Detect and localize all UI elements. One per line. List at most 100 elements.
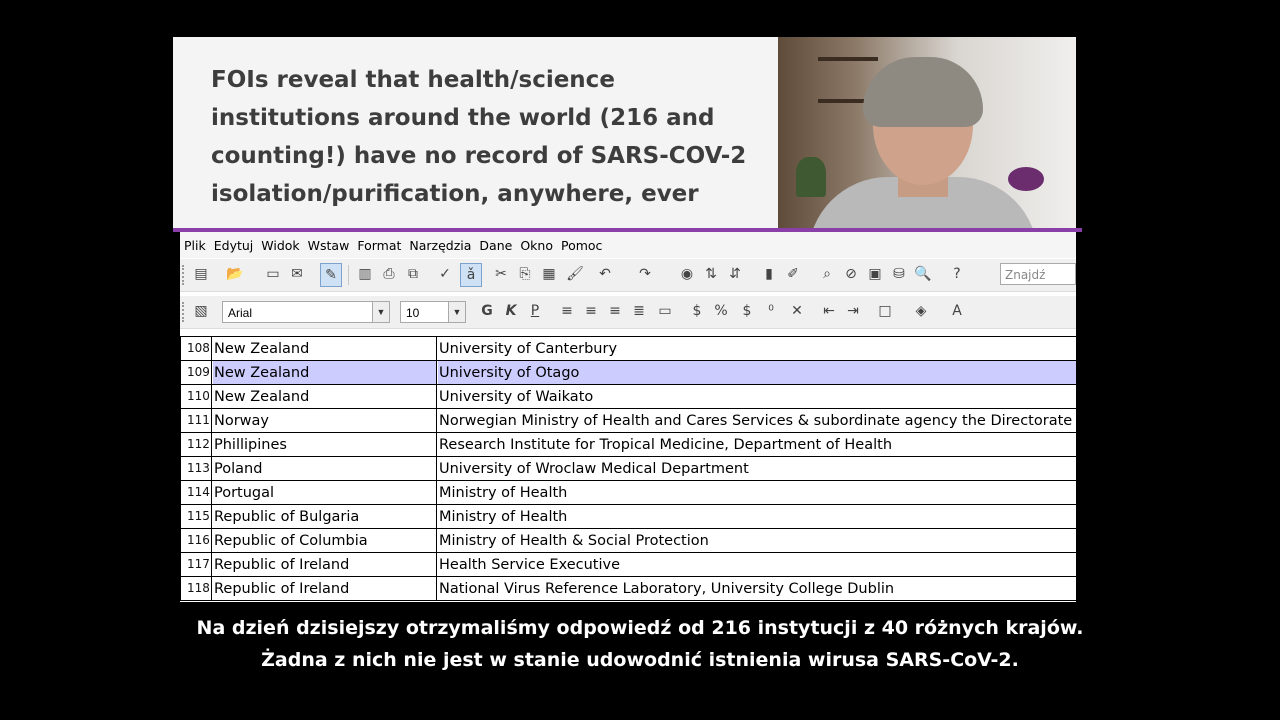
increase-indent-icon[interactable]: ⇥ [844, 302, 862, 320]
autospellcheck-icon[interactable]: ǎ [460, 263, 482, 287]
row-number[interactable]: 109 [180, 361, 212, 384]
menu-edytuj[interactable]: Edytuj [214, 238, 254, 253]
country-cell[interactable]: Republic of Ireland [213, 577, 437, 600]
borders-icon[interactable]: □ [876, 302, 894, 320]
bold-button[interactable]: G [478, 302, 496, 320]
country-cell[interactable]: New Zealand [213, 361, 437, 384]
institution-cell[interactable]: University of Canterbury [438, 337, 1076, 360]
table-row[interactable]: 114 Portugal Ministry of Health [180, 481, 1076, 505]
row-number[interactable]: 117 [180, 553, 212, 576]
new-document-icon[interactable]: ▤ [192, 265, 210, 283]
find-replace-icon[interactable]: ⌕ [818, 265, 836, 283]
undo-icon[interactable]: ↶ [596, 265, 614, 283]
institution-cell[interactable]: Ministry of Health & Social Protection [438, 529, 1076, 552]
row-number[interactable]: 115 [180, 505, 212, 528]
chart-icon[interactable]: ▮ [760, 265, 778, 283]
paste-icon[interactable]: ▦ [540, 265, 558, 283]
country-cell[interactable]: Poland [213, 457, 437, 480]
institution-cell[interactable]: Health Service Executive [438, 553, 1076, 576]
currency-format-icon[interactable]: $ [688, 302, 706, 320]
export-pdf-icon[interactable]: ▥ [356, 265, 374, 283]
menu-narzedzia[interactable]: Narzędzia [409, 238, 471, 253]
align-center-icon[interactable]: ≡ [582, 302, 600, 320]
chevron-down-icon[interactable]: ▼ [372, 302, 389, 322]
percent-format-icon[interactable]: % [712, 302, 730, 320]
institution-cell[interactable]: University of Waikato [438, 385, 1076, 408]
delete-decimal-icon[interactable]: ✕ [788, 302, 806, 320]
toolbar-grip[interactable] [182, 265, 187, 285]
data-sources-icon[interactable]: ⛁ [890, 265, 908, 283]
row-number[interactable]: 112 [180, 433, 212, 456]
country-cell[interactable]: New Zealand [213, 385, 437, 408]
menu-dane[interactable]: Dane [479, 238, 512, 253]
hyperlink-icon[interactable]: ◉ [678, 265, 696, 283]
format-paintbrush-icon[interactable]: 🖌 [566, 265, 584, 283]
table-row[interactable]: 117 Republic of Ireland Health Service Exe… [180, 553, 1076, 577]
navigator-icon[interactable]: ⊘ [842, 265, 860, 283]
email-icon[interactable]: ✉ [288, 265, 306, 283]
menu-pomoc[interactable]: Pomoc [561, 238, 602, 253]
country-cell[interactable]: Republic of Columbia [213, 529, 437, 552]
background-color-icon[interactable]: ◈ [912, 302, 930, 320]
underline-button[interactable]: P [526, 302, 544, 320]
institution-cell[interactable]: Ministry of Health [438, 505, 1076, 528]
toolbar-grip[interactable] [182, 302, 187, 322]
institution-cell[interactable]: Norwegian Ministry of Health and Cares S… [438, 409, 1076, 432]
justify-icon[interactable]: ≣ [630, 302, 648, 320]
row-number[interactable]: 113 [180, 457, 212, 480]
table-row[interactable]: 116 Republic of Columbia Ministry of Healt… [180, 529, 1076, 553]
institution-cell[interactable]: National Virus Reference Laboratory, Uni… [438, 577, 1076, 600]
chevron-down-icon[interactable]: ▼ [448, 302, 465, 322]
save-icon[interactable]: ▭ [264, 265, 282, 283]
table-row[interactable]: 115 Republic of Bulgaria Ministry of Healt… [180, 505, 1076, 529]
row-number[interactable]: 110 [180, 385, 212, 408]
table-row[interactable]: 110 New Zealand University of Waikato [180, 385, 1076, 409]
decrease-indent-icon[interactable]: ⇤ [820, 302, 838, 320]
font-size-select[interactable]: 10 ▼ [400, 301, 466, 323]
edit-file-icon[interactable]: ✎ [320, 263, 342, 287]
align-right-icon[interactable]: ≡ [606, 302, 624, 320]
help-icon[interactable]: ? [948, 265, 966, 283]
menu-plik[interactable]: Plik [184, 238, 206, 253]
country-cell[interactable]: Republic of Ireland [213, 553, 437, 576]
align-left-icon[interactable]: ≡ [558, 302, 576, 320]
font-name-select[interactable]: Arial ▼ [222, 301, 390, 323]
institution-cell[interactable]: University of Wroclaw Medical Department [438, 457, 1076, 480]
country-cell[interactable]: Norway [213, 409, 437, 432]
find-input[interactable]: Znajdź [1000, 263, 1076, 285]
standard-format-icon[interactable]: $ [738, 302, 756, 320]
row-number[interactable]: 116 [180, 529, 212, 552]
font-color-icon[interactable]: A [948, 302, 966, 320]
styles-icon[interactable]: ▧ [192, 302, 210, 320]
add-decimal-icon[interactable]: ⁰ [762, 302, 780, 320]
merge-cells-icon[interactable]: ▭ [656, 302, 674, 320]
table-row[interactable]: 108 New Zealand University of Canterbury [180, 336, 1076, 361]
table-row[interactable]: 111 Norway Norwegian Ministry of Health an… [180, 409, 1076, 433]
country-cell[interactable]: Phillipines [213, 433, 437, 456]
menu-okno[interactable]: Okno [520, 238, 553, 253]
country-cell[interactable]: New Zealand [213, 337, 437, 360]
draw-functions-icon[interactable]: ✐ [784, 265, 802, 283]
spellcheck-icon[interactable]: ✓ [436, 265, 454, 283]
sort-ascending-icon[interactable]: ⇅ [702, 265, 720, 283]
row-number[interactable]: 111 [180, 409, 212, 432]
gallery-icon[interactable]: ▣ [866, 265, 884, 283]
table-row[interactable]: 113 Poland University of Wroclaw Medical D… [180, 457, 1076, 481]
table-row[interactable]: 118 Republic of Ireland National Virus Ref… [180, 577, 1076, 601]
table-row[interactable]: 109 New Zealand University of Otago [180, 361, 1076, 385]
institution-cell[interactable]: Research Institute for Tropical Medicine… [438, 433, 1076, 456]
menu-wstaw[interactable]: Wstaw [308, 238, 350, 253]
table-row[interactable]: 112 Phillipines Research Institute for Tro… [180, 433, 1076, 457]
copy-icon[interactable]: ⎘ [516, 265, 534, 283]
sort-descending-icon[interactable]: ⇵ [726, 265, 744, 283]
menu-format[interactable]: Format [357, 238, 401, 253]
country-cell[interactable]: Republic of Bulgaria [213, 505, 437, 528]
row-number[interactable]: 118 [180, 577, 212, 600]
print-icon[interactable]: ⎙ [380, 265, 398, 283]
page-preview-icon[interactable]: ⧉ [404, 265, 422, 283]
country-cell[interactable]: Portugal [213, 481, 437, 504]
institution-cell[interactable]: Ministry of Health [438, 481, 1076, 504]
menu-widok[interactable]: Widok [261, 238, 299, 253]
cut-icon[interactable]: ✂ [492, 265, 510, 283]
row-number[interactable]: 108 [180, 337, 212, 360]
